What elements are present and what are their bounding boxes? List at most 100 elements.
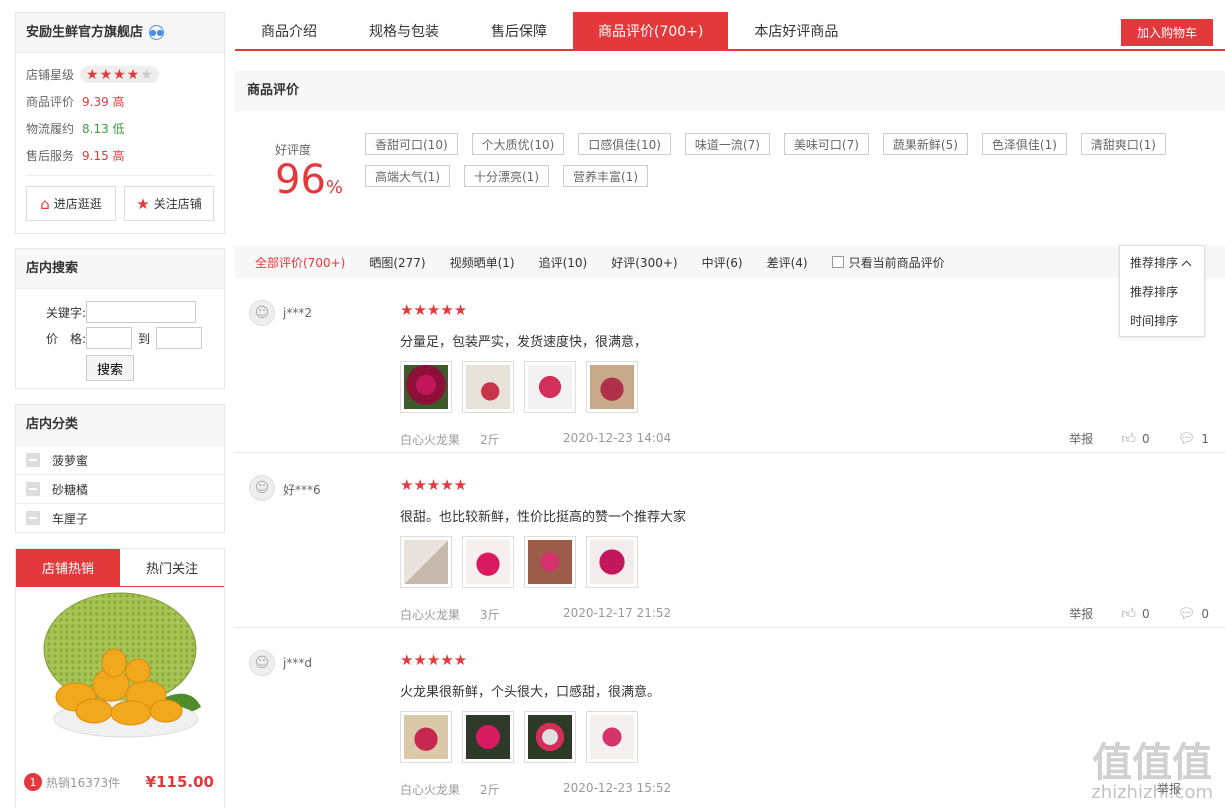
follow-store-label: 关注店铺 — [153, 197, 202, 211]
to-label: 到 — [138, 331, 151, 346]
category-item[interactable]: 车厘子 — [16, 503, 224, 532]
collapse-icon[interactable] — [26, 453, 40, 467]
filter-follow-up[interactable]: 追评(10) — [539, 254, 588, 271]
review-photo[interactable] — [524, 536, 576, 588]
collapse-icon[interactable] — [26, 482, 40, 496]
comment-button[interactable]: 💬︎ 1 — [1178, 431, 1209, 447]
tab-reviews[interactable]: 商品评价(700+) — [573, 12, 729, 49]
store-header: 安励生鲜官方旗舰店 ●● — [16, 13, 224, 53]
metric-value: 9.15 高 — [82, 149, 125, 163]
review-meta: 白心火龙果 2斤 2020-12-23 14:04 — [400, 431, 671, 448]
tab-hot-sales[interactable]: 店铺热销 — [16, 549, 120, 587]
chat-icon[interactable]: ●● — [149, 25, 165, 40]
filter-video[interactable]: 视频晒单(1) — [450, 254, 515, 271]
tab-store-good-reviews[interactable]: 本店好评商品 — [728, 12, 864, 49]
review-tags: 香甜可口(10) 个大质优(10) 口感俱佳(10) 味道一流(7) 美味可口(… — [365, 133, 1185, 187]
comment-count: 1 — [1201, 431, 1209, 446]
review-tag[interactable]: 个大质优(10) — [471, 133, 565, 155]
product-tabs: 商品介绍 规格与包装 售后保障 商品评价(700+) 本店好评商品 加入购物车 — [235, 12, 1225, 51]
comment-button[interactable]: 💬︎ 0 — [1178, 606, 1209, 622]
comment-icon: 💬︎ — [1177, 430, 1196, 447]
review-photo[interactable] — [586, 536, 638, 588]
watermark-url: zhizhizhi.com — [1091, 782, 1213, 803]
review-photo[interactable] — [462, 536, 514, 588]
category-item[interactable]: 砂糖橘 — [16, 474, 224, 503]
filter-photos[interactable]: 晒图(277) — [369, 254, 425, 271]
hot-tabs: 店铺热销 热门关注 — [16, 549, 224, 587]
sort-dropdown[interactable]: 推荐排序 推荐排序 时间排序 — [1119, 245, 1205, 337]
like-button[interactable]: 👍︎ 0 — [1121, 430, 1149, 447]
review-tag[interactable]: 十分漂亮(1) — [464, 165, 549, 187]
star-icon: ★ — [126, 66, 140, 83]
report-link[interactable]: 举报 — [1069, 605, 1093, 622]
tab-specs[interactable]: 规格与包装 — [343, 12, 465, 49]
review-tag[interactable]: 高端大气(1) — [365, 165, 450, 187]
only-current-label: 只看当前商品评价 — [848, 255, 945, 270]
review-tag[interactable]: 营养丰富(1) — [563, 165, 648, 187]
review-tag[interactable]: 口感俱佳(10) — [578, 133, 671, 155]
left-sidebar: 安励生鲜官方旗舰店 ●● 店铺星级 ★ ★ ★ ★ ★ 商品评价 9.39 高 … — [15, 12, 225, 808]
search-form: 关键字: 价 格: 到 搜索 — [16, 289, 224, 381]
tab-after-sales[interactable]: 售后保障 — [465, 12, 573, 49]
review-photo[interactable] — [400, 536, 452, 588]
product-footer: 1 热销16373件 ¥115.00 — [16, 762, 224, 802]
review-tag[interactable]: 蔬果新鲜(5) — [882, 133, 968, 155]
category-item[interactable]: 菠萝蜜 — [16, 445, 224, 474]
review-photo[interactable] — [400, 361, 452, 413]
price-max-input[interactable] — [156, 327, 203, 349]
review-filter-bar: 全部评价(700+) 晒图(277) 视频晒单(1) 追评(10) 好评(300… — [235, 245, 1225, 337]
review-tag[interactable]: 色泽俱佳(1) — [981, 133, 1067, 155]
like-button[interactable]: 👍︎ 0 — [1121, 605, 1149, 622]
review-tag[interactable]: 美味可口(7) — [783, 133, 869, 155]
review-text: 很甜。也比较新鲜，性价比挺高的赞一个推荐大家 — [400, 510, 687, 525]
good-rate-number: 96 — [275, 157, 326, 203]
star-icon: ★ — [113, 66, 126, 83]
product-price: ¥115.00 — [145, 773, 214, 791]
report-link[interactable]: 举报 — [1069, 430, 1093, 447]
filter-neutral[interactable]: 中评(6) — [702, 254, 743, 271]
rating-stars: ★★★★★ — [400, 301, 468, 319]
sort-option-recommended[interactable]: 推荐排序 — [1120, 280, 1204, 309]
follow-store-button[interactable]: ★ 关注店铺 — [124, 186, 214, 221]
product-variant: 白心火龙果 — [400, 783, 461, 797]
review-tag[interactable]: 味道一流(7) — [684, 133, 770, 155]
metric-row: 商品评价 9.39 高 — [16, 88, 224, 115]
metric-label: 售后服务 — [26, 149, 75, 163]
search-button[interactable]: 搜索 — [86, 355, 134, 381]
review-photo[interactable] — [586, 711, 638, 763]
user-avatar-icon: ☺ — [249, 650, 275, 676]
comment-count: 0 — [1201, 606, 1209, 621]
review-item: ☺ 好***6 ★★★★★ 很甜。也比较新鲜，性价比挺高的赞一个推荐大家 白心火… — [235, 453, 1225, 628]
rating-stars: ★★★★★ — [400, 651, 468, 669]
product-weight: 3斤 — [480, 608, 500, 622]
product-image-jackfruit[interactable] — [16, 587, 224, 762]
tab-intro[interactable]: 商品介绍 — [235, 12, 343, 49]
filter-positive[interactable]: 好评(300+) — [611, 254, 677, 271]
filter-all[interactable]: 全部评价(700+) — [255, 254, 345, 271]
review-photo[interactable] — [524, 361, 576, 413]
review-photo[interactable] — [462, 361, 514, 413]
enter-store-button[interactable]: ⌂ 进店逛逛 — [26, 186, 116, 221]
sort-option-time[interactable]: 时间排序 — [1120, 309, 1204, 338]
only-current-toggle[interactable]: 只看当前商品评价 — [831, 254, 945, 271]
only-current-checkbox[interactable] — [831, 256, 844, 268]
main-content: 商品介绍 规格与包装 售后保障 商品评价(700+) 本店好评商品 加入购物车 … — [235, 12, 1225, 803]
review-photo[interactable] — [524, 711, 576, 763]
price-min-input[interactable] — [86, 327, 132, 349]
store-name[interactable]: 安励生鲜官方旗舰店 — [26, 13, 143, 53]
review-photos — [400, 361, 638, 413]
sort-current[interactable]: 推荐排序 — [1120, 251, 1204, 280]
review-photo[interactable] — [586, 361, 638, 413]
price-row: 价 格: 到 — [38, 325, 224, 351]
keyword-input[interactable] — [86, 301, 196, 323]
review-tag[interactable]: 清甜爽口(1) — [1080, 133, 1166, 155]
reviewer-name: j***2 — [283, 306, 312, 320]
user-avatar-icon: ☺ — [249, 475, 275, 501]
review-photo[interactable] — [462, 711, 514, 763]
review-tag[interactable]: 香甜可口(10) — [365, 133, 458, 155]
collapse-icon[interactable] — [26, 511, 40, 525]
review-photo[interactable] — [400, 711, 452, 763]
filter-negative[interactable]: 差评(4) — [767, 254, 808, 271]
add-to-cart-button[interactable]: 加入购物车 — [1121, 19, 1213, 46]
tab-hot-follow[interactable]: 热门关注 — [120, 549, 224, 587]
